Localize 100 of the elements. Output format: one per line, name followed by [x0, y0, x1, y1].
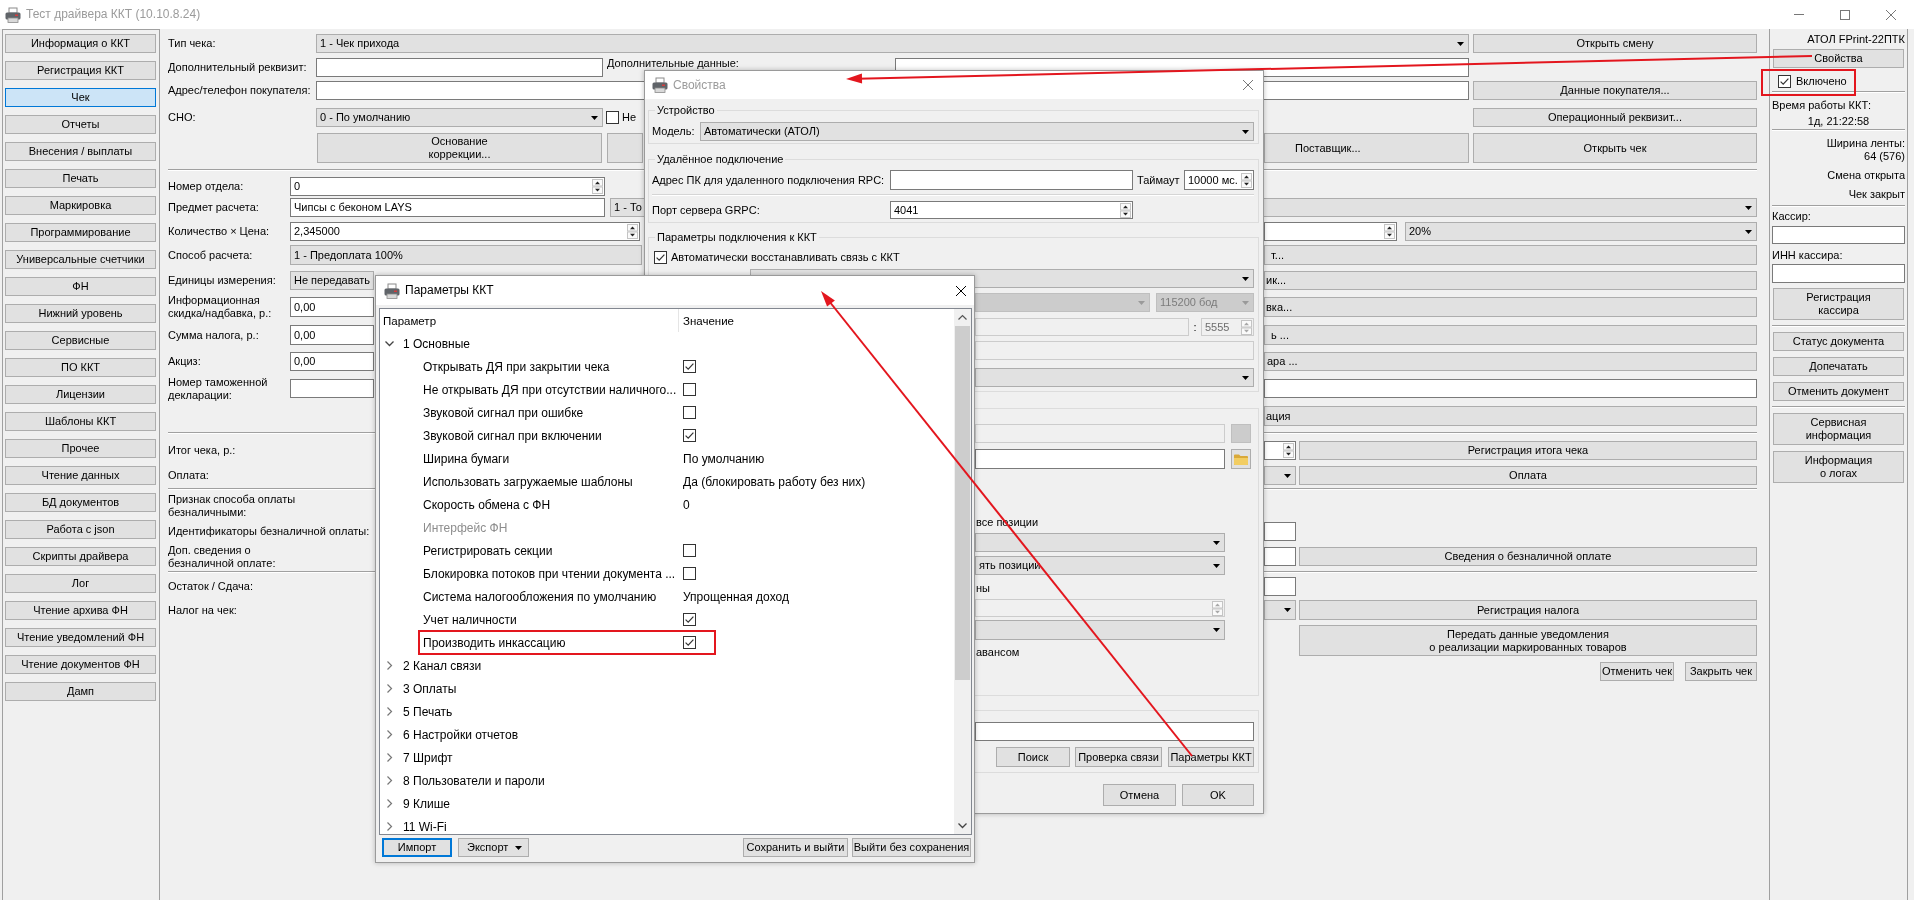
scrollbar-thumb[interactable] — [955, 326, 970, 680]
text-field[interactable] — [1264, 379, 1757, 398]
chevron-right-icon[interactable] — [387, 776, 392, 785]
chevron-right-icon[interactable] — [387, 684, 392, 693]
nav-button[interactable]: Чтение данных — [5, 466, 156, 485]
operational-requisite-button[interactable]: Операционный реквизит... — [1473, 108, 1757, 127]
partial-button[interactable]: т... — [1264, 245, 1757, 265]
setting-label[interactable]: Звуковой сигнал при ошибке — [423, 405, 584, 420]
partial-button[interactable]: ик... — [1264, 271, 1757, 290]
panel-button[interactable]: Статус документа — [1773, 332, 1904, 351]
nav-button[interactable]: Сервисные — [5, 331, 156, 350]
setting-label[interactable]: Учет наличности — [423, 612, 517, 627]
partial-button[interactable]: вка... — [1264, 297, 1757, 317]
close-receipt-button[interactable]: Закрыть чек — [1685, 662, 1757, 681]
register-total-button[interactable]: Регистрация итога чека — [1299, 441, 1757, 460]
tree-group-label[interactable]: 9 Клише — [403, 796, 450, 811]
export-button[interactable]: Экспорт — [458, 838, 529, 857]
nav-button[interactable]: Нижний уровень — [5, 304, 156, 323]
text-field[interactable] — [1264, 577, 1296, 596]
setting-label[interactable]: Скорость обмена с ФН — [423, 497, 551, 512]
receipt-type-select[interactable]: 1 - Чек прихода — [316, 34, 1469, 53]
properties-button[interactable]: Свойства — [1773, 49, 1904, 68]
checkbox[interactable] — [683, 613, 696, 626]
partial-button[interactable]: ация — [1264, 406, 1757, 426]
address-field[interactable] — [890, 170, 1133, 190]
nav-button[interactable]: Чтение архива ФН — [5, 601, 156, 620]
dialog-button[interactable]: Сохранить и выйти — [743, 838, 848, 857]
marking-notice-button[interactable]: Передать данные уведомления о реализации маркированных товаров — [1299, 625, 1757, 656]
nav-button[interactable]: Лог — [5, 574, 156, 593]
dialog-button[interactable]: Поиск — [996, 747, 1070, 767]
setting-label[interactable]: Использовать загружаемые шаблоны — [423, 474, 633, 489]
partial-button[interactable]: ара ... — [1264, 352, 1757, 371]
nav-button[interactable]: Информация о ККТ — [5, 34, 156, 53]
setting-label[interactable]: Ширина бумаги — [423, 451, 510, 466]
dialog-button[interactable]: Выйти без сохранения — [852, 838, 971, 857]
dialog-button[interactable]: Отмена — [1103, 784, 1176, 806]
checkbox[interactable] — [683, 406, 696, 419]
cashless-info-button[interactable]: Сведения о безналичной оплате — [1299, 547, 1757, 566]
text-field[interactable] — [316, 58, 603, 77]
setting-label[interactable]: Производить инкассацию — [423, 635, 566, 650]
tree-group-label[interactable]: 7 Шрифт — [403, 750, 453, 765]
chevron-right-icon[interactable] — [387, 822, 392, 831]
spin-arrows-icon[interactable] — [1384, 224, 1395, 239]
text-field[interactable] — [1264, 547, 1296, 566]
tree-group-label[interactable]: 8 Пользователи и пароли — [403, 773, 545, 788]
scroll-up-icon[interactable] — [958, 315, 967, 320]
nav-button[interactable]: Прочее — [5, 439, 156, 458]
checkbox[interactable] — [654, 250, 667, 264]
spin-field[interactable] — [1264, 441, 1296, 460]
nav-button[interactable]: Шаблоны ККТ — [5, 412, 156, 431]
text-field[interactable]: Чипсы с беконом LAYS — [290, 198, 605, 217]
nav-button[interactable]: Отчеты — [5, 115, 156, 134]
nav-button[interactable]: Чек — [5, 88, 156, 107]
setting-label[interactable]: Блокировка потоков при чтении документа ... — [423, 566, 676, 581]
import-button[interactable]: Импорт — [382, 838, 452, 857]
chevron-right-icon[interactable] — [387, 730, 392, 739]
dropdown[interactable]: 1 - Предоплата 100% — [290, 245, 642, 265]
checkbox[interactable] — [683, 636, 696, 649]
tree-group-label[interactable]: 2 Канал связи — [403, 658, 482, 673]
text-field[interactable] — [1264, 522, 1296, 541]
nav-button[interactable]: Печать — [5, 169, 156, 188]
nav-button[interactable]: Работа с json — [5, 520, 156, 539]
tree-group-label[interactable]: 3 Оплаты — [403, 681, 457, 696]
nav-button[interactable]: ПО ККТ — [5, 358, 156, 377]
checkbox[interactable] — [1778, 74, 1791, 88]
panel-button[interactable]: Допечатать — [1773, 357, 1904, 376]
text-field[interactable] — [975, 449, 1225, 469]
setting-label[interactable]: Открывать ДЯ при закрытии чека — [423, 359, 610, 374]
text-field[interactable]: 0,00 — [290, 297, 374, 317]
nav-button[interactable]: Скрипты драйвера — [5, 547, 156, 566]
tree-group-label[interactable]: 11 Wi-Fi — [403, 819, 447, 834]
nav-button[interactable]: ФН — [5, 277, 156, 296]
nav-button[interactable]: Программирование — [5, 223, 156, 242]
cashier-field[interactable] — [1772, 226, 1905, 244]
checkbox[interactable] — [683, 544, 696, 557]
dropdown[interactable]: 0 - По умолчанию — [316, 108, 603, 127]
chevron-right-icon[interactable] — [387, 753, 392, 762]
nav-button[interactable]: Чтение документов ФН — [5, 655, 156, 674]
scrollbar-track[interactable] — [954, 309, 971, 834]
dropdown[interactable]: Не передавать — [290, 271, 374, 290]
setting-label[interactable]: Не открывать ДЯ при отсутствии наличного... — [423, 382, 677, 397]
payment-button[interactable]: Оплата — [1299, 466, 1757, 485]
nav-button[interactable]: Лицензии — [5, 385, 156, 404]
nav-button[interactable]: БД документов — [5, 493, 156, 512]
nav-button[interactable]: Регистрация ККТ — [5, 61, 156, 80]
panel-button[interactable]: Отменить документ — [1773, 382, 1904, 401]
checkbox[interactable] — [683, 383, 696, 396]
spin-arrows-icon[interactable] — [1241, 172, 1252, 188]
dropdown[interactable]: ять позиции — [975, 556, 1225, 575]
setting-label[interactable]: Звуковой сигнал при включении — [423, 428, 602, 443]
spin-field[interactable]: 4041 — [890, 201, 1133, 219]
spin-arrows-icon[interactable] — [1120, 202, 1131, 218]
cancel-receipt-button[interactable]: Отменить чек — [1600, 662, 1674, 681]
panel-button[interactable]: Информация о логах — [1773, 451, 1904, 483]
text-field[interactable]: 0,00 — [290, 325, 374, 345]
spin-field[interactable]: 0 — [290, 177, 605, 196]
open-receipt-button[interactable]: Открыть чек — [1473, 133, 1757, 163]
tree-group-label[interactable]: 1 Основные — [403, 336, 470, 351]
chevron-right-icon[interactable] — [387, 799, 392, 808]
text-field[interactable] — [290, 379, 374, 398]
